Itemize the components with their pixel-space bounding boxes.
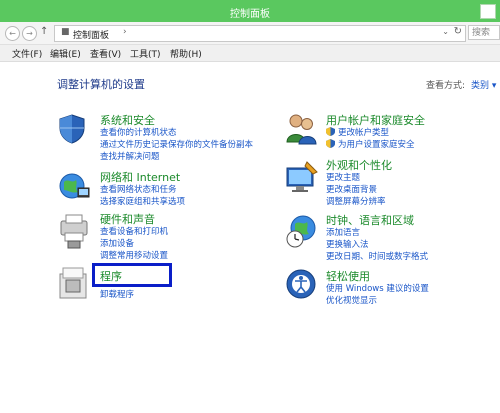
link-homegroup[interactable]: 选择家庭组和共享选项 <box>100 195 185 207</box>
view-by-value[interactable]: 类别 ▾ <box>471 81 496 91</box>
link-date-time-format[interactable]: 更改日期、时间或数字格式 <box>326 250 428 262</box>
category-network: 网络和 Internet 查看网络状态和任务 选择家庭组和共享选项 <box>100 169 280 209</box>
programs-icon[interactable] <box>58 266 90 300</box>
category-appearance-icon-wrap <box>285 160 321 198</box>
refresh-icon[interactable]: ↻ <box>454 26 462 37</box>
title-bar: 控制面板 <box>0 0 500 22</box>
search-input[interactable]: 搜索 <box>468 25 500 40</box>
category-clock-icon-wrap <box>285 214 321 252</box>
control-panel-window: 控制面板 ← → ↑ ■ 控制面板 › ⌄ ↻ 搜索 文件(F) 编辑(E) 查… <box>0 0 500 413</box>
link-change-input-method[interactable]: 更换输入法 <box>326 238 369 250</box>
uac-shield-icon <box>326 127 335 136</box>
shield-icon[interactable] <box>58 114 86 144</box>
category-network-icon-wrap <box>58 170 94 204</box>
printer-icon[interactable] <box>58 213 92 249</box>
ease-of-access-icon[interactable] <box>285 268 317 300</box>
menu-view[interactable]: 查看(V) <box>90 47 121 60</box>
view-by[interactable]: 查看方式: 类别 ▾ <box>426 78 496 91</box>
menu-tools[interactable]: 工具(T) <box>130 47 161 60</box>
clock-globe-icon[interactable] <box>285 214 319 250</box>
category-clock-language: 时钟、语言和区域 添加语言 更换输入法 更改日期、时间或数字格式 <box>326 212 496 264</box>
category-accounts-icon-wrap <box>285 112 321 148</box>
window-control-button[interactable] <box>480 4 496 19</box>
link-change-theme[interactable]: 更改主题 <box>326 171 360 183</box>
view-by-label: 查看方式: <box>426 81 466 91</box>
menu-bar: 文件(F) 编辑(E) 查看(V) 工具(T) 帮助(H) <box>0 45 500 62</box>
up-arrow-icon[interactable]: ↑ <box>40 26 48 37</box>
menu-file[interactable]: 文件(F) <box>12 47 42 60</box>
forward-icon[interactable]: → <box>22 26 37 41</box>
link-mobility-settings[interactable]: 调整常用移动设置 <box>100 249 168 261</box>
address-dropdown-icon[interactable]: ⌄ <box>442 27 449 36</box>
link-optimize-display[interactable]: 优化视觉显示 <box>326 294 377 306</box>
link-add-language[interactable]: 添加语言 <box>326 226 360 238</box>
monitor-paint-icon[interactable] <box>285 160 319 196</box>
back-icon[interactable]: ← <box>5 26 20 41</box>
control-panel-icon: ■ <box>61 27 70 37</box>
link-devices-printers[interactable]: 查看设备和打印机 <box>100 225 168 237</box>
category-hardware: 硬件和声音 查看设备和打印机 添加设备 调整常用移动设置 <box>100 211 280 263</box>
link-view-status[interactable]: 查看你的计算机状态 <box>100 126 177 138</box>
category-ease-icon-wrap <box>285 268 321 304</box>
link-family-safety[interactable]: 为用户设置家庭安全 <box>338 138 415 150</box>
breadcrumb-chevron-icon[interactable]: › <box>123 27 127 37</box>
uac-shield-icon <box>326 139 335 148</box>
users-icon[interactable] <box>285 112 319 146</box>
category-hardware-icon-wrap <box>58 213 94 253</box>
breadcrumb-control-panel[interactable]: 控制面板 <box>73 28 109 41</box>
link-desktop-background[interactable]: 更改桌面背景 <box>326 183 377 195</box>
page-title: 调整计算机的设置 <box>57 78 145 91</box>
link-recommended-settings[interactable]: 使用 Windows 建议的设置 <box>326 282 429 294</box>
link-network-status[interactable]: 查看网络状态和任务 <box>100 183 177 195</box>
menu-help[interactable]: 帮助(H) <box>170 47 202 60</box>
window-title: 控制面板 <box>230 9 270 20</box>
category-programs-icon-wrap <box>58 266 94 302</box>
link-uninstall-program[interactable]: 卸载程序 <box>100 288 134 300</box>
link-change-account-type[interactable]: 更改帐户类型 <box>338 126 389 138</box>
category-system-security-text: 系统和安全 查看你的计算机状态 通过文件历史记录保存你的文件备份副本 查找并解决… <box>100 112 280 164</box>
category-ease-of-access: 轻松使用 使用 Windows 建议的设置 优化视觉显示 <box>326 268 496 308</box>
link-troubleshoot[interactable]: 查找并解决问题 <box>100 150 160 162</box>
navigation-bar: ← → ↑ ■ 控制面板 › ⌄ ↻ 搜索 <box>0 22 500 45</box>
category-accounts: 用户帐户和家庭安全 更改帐户类型 为用户设置家庭安全 <box>326 112 496 152</box>
globe-network-icon[interactable] <box>58 170 90 202</box>
address-bar[interactable]: ■ 控制面板 › ⌄ ↻ <box>54 25 466 42</box>
link-add-device[interactable]: 添加设备 <box>100 237 134 249</box>
programs-highlight-box <box>92 263 172 287</box>
link-file-history[interactable]: 通过文件历史记录保存你的文件备份副本 <box>100 138 253 150</box>
category-appearance: 外观和个性化 更改主题 更改桌面背景 调整屏幕分辨率 <box>326 157 496 209</box>
link-screen-resolution[interactable]: 调整屏幕分辨率 <box>326 195 386 207</box>
menu-edit[interactable]: 编辑(E) <box>50 47 81 60</box>
